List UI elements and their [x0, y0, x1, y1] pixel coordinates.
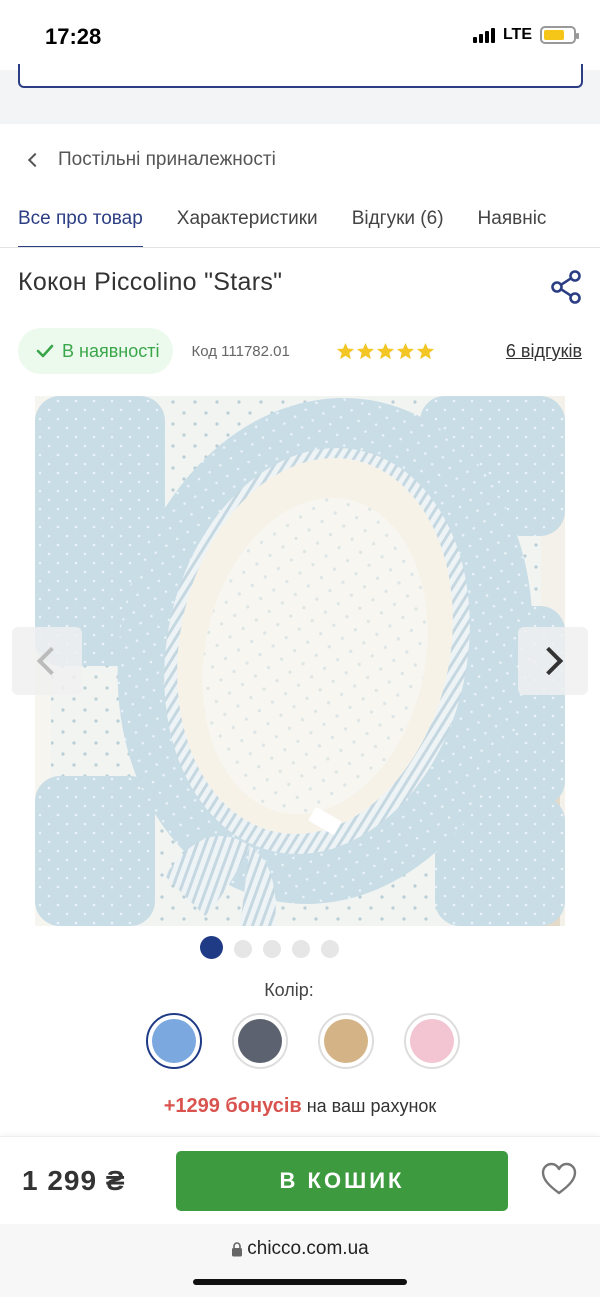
- star-icon: [336, 342, 354, 359]
- reviews-link[interactable]: 6 відгуків: [506, 341, 582, 362]
- browser-url-bar: chicco.com.ua: [0, 1224, 600, 1297]
- breadcrumb[interactable]: Постільні приналежності: [0, 124, 600, 196]
- breadcrumb-label[interactable]: Постільні приналежності: [58, 149, 276, 171]
- star-icon: [356, 342, 374, 359]
- pagination-dot[interactable]: [263, 939, 281, 958]
- chevron-right-icon: [534, 646, 564, 676]
- product-meta: В наявності Код 111782.01 6 відгуків: [18, 328, 582, 374]
- star-icon: [416, 342, 434, 359]
- baby-nest-photo: [35, 396, 565, 926]
- color-swatch-fill: [152, 1019, 196, 1063]
- address-bar[interactable]: chicco.com.ua: [0, 1238, 600, 1260]
- price: 1 299 ₴: [22, 1165, 126, 1196]
- chevron-left-icon: [36, 646, 66, 676]
- check-icon: [36, 344, 54, 358]
- network-type: LTE: [502, 26, 532, 43]
- stock-badge: В наявності: [18, 328, 174, 374]
- gallery-pagination: [0, 936, 600, 959]
- tab-reviews[interactable]: Відгуки (6): [352, 196, 444, 247]
- stock-status: В наявності: [62, 340, 160, 361]
- url-text: chicco.com.ua: [247, 1238, 369, 1259]
- product-code: Код 111782.01: [191, 342, 290, 360]
- lock-icon: [232, 1241, 243, 1256]
- color-swatch-fill: [324, 1019, 368, 1063]
- bonus-info: +1299 бонусів на ваш рахунок: [0, 1095, 600, 1118]
- bonus-suffix: на ваш рахунок: [306, 1096, 437, 1116]
- pagination-dot[interactable]: [200, 936, 223, 959]
- product-image[interactable]: [35, 396, 565, 926]
- share-icon[interactable]: [550, 270, 582, 304]
- status-indicators: LTE: [472, 26, 579, 44]
- search-strip: [0, 64, 600, 124]
- star-icon: [376, 342, 394, 359]
- tab-availability[interactable]: Наявніс: [478, 196, 547, 247]
- gallery-prev-button[interactable]: [12, 627, 82, 695]
- chevron-left-icon: [27, 152, 43, 168]
- bonus-amount: +1299 бонусів: [163, 1095, 302, 1117]
- product-tabs: Все про товар Характеристики Відгуки (6)…: [0, 196, 600, 248]
- star-icon: [396, 342, 414, 359]
- tab-all-about-product[interactable]: Все про товар: [18, 196, 143, 247]
- color-swatches: [146, 1013, 460, 1069]
- pagination-dot[interactable]: [234, 939, 252, 958]
- color-swatch-fill: [238, 1019, 282, 1063]
- battery-icon: [540, 26, 579, 44]
- add-to-cart-button[interactable]: В КОШИК: [176, 1151, 508, 1211]
- product-title: Кокон Piccolino "Stars": [18, 268, 283, 296]
- pagination-dot[interactable]: [292, 939, 310, 958]
- status-bar: 17:28 LTE: [0, 0, 600, 70]
- buy-bar: 1 299 ₴ В КОШИК: [0, 1136, 600, 1224]
- rating-stars: [336, 342, 435, 361]
- color-swatch[interactable]: [318, 1013, 374, 1069]
- tab-characteristics[interactable]: Характеристики: [177, 196, 318, 247]
- heart-icon[interactable]: [540, 1161, 578, 1197]
- search-input[interactable]: [18, 64, 583, 88]
- color-label: Колір:: [264, 980, 314, 1000]
- home-indicator: [193, 1279, 407, 1285]
- title-row: Кокон Piccolino "Stars": [18, 268, 582, 308]
- pagination-dot[interactable]: [321, 939, 339, 958]
- color-swatch[interactable]: [146, 1013, 202, 1069]
- status-time: 17:28: [45, 24, 102, 49]
- signal-icon: [472, 27, 495, 43]
- color-swatch-fill: [410, 1019, 454, 1063]
- color-swatch[interactable]: [232, 1013, 288, 1069]
- gallery-next-button[interactable]: [518, 627, 588, 695]
- color-swatch[interactable]: [404, 1013, 460, 1069]
